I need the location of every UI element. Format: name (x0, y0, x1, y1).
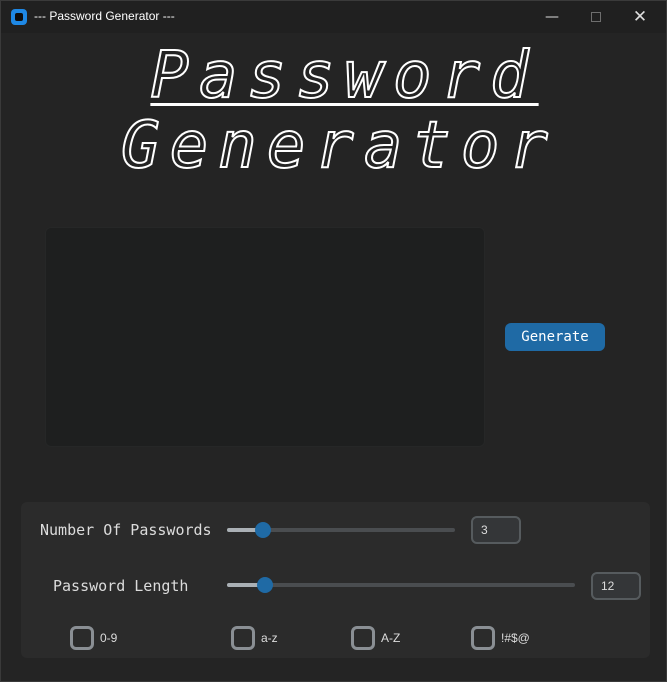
checkbox-label: !#$@ (501, 631, 530, 645)
checkbox-box[interactable] (70, 626, 94, 650)
slider-thumb[interactable] (255, 522, 272, 538)
uppercase-checkbox[interactable]: A-Z (351, 626, 400, 650)
minimize-button[interactable]: — (529, 1, 575, 33)
hero-title: Password Generator (1, 39, 667, 183)
app-icon (11, 9, 27, 25)
symbols-checkbox[interactable]: !#$@ (471, 626, 530, 650)
checkbox-label: a-z (261, 631, 278, 645)
generate-button[interactable]: Generate (505, 323, 605, 351)
hero-title-line-2: Generator (120, 109, 558, 183)
password-length-field[interactable]: 12 (591, 572, 641, 600)
minimize-icon: — (545, 9, 559, 25)
close-icon: ✕ (632, 7, 648, 27)
checkbox-label: 0-9 (100, 631, 118, 645)
checkbox-box[interactable] (351, 626, 375, 650)
password-output-textbox[interactable] (45, 227, 485, 447)
checkbox-label: A-Z (381, 631, 401, 645)
close-button[interactable]: ✕ (617, 1, 663, 33)
maximize-button[interactable] (573, 1, 619, 33)
title-bar[interactable]: --- Password Generator --- — ✕ (1, 1, 666, 33)
maximize-icon (591, 12, 601, 22)
checkbox-box[interactable] (231, 626, 255, 650)
password-length-label: Password Length (53, 577, 189, 595)
number-of-passwords-slider[interactable] (227, 522, 455, 538)
number-of-passwords-label: Number Of Passwords (40, 521, 212, 539)
window-title: --- Password Generator --- (34, 9, 175, 23)
digits-checkbox[interactable]: 0-9 (70, 626, 117, 650)
slider-track (227, 583, 575, 587)
slider-thumb[interactable] (257, 577, 274, 593)
hero-title-line-1: Password (149, 39, 539, 113)
options-panel: Number Of Passwords 3 Password Length 12… (21, 502, 650, 658)
number-of-passwords-field[interactable]: 3 (471, 516, 521, 544)
password-length-slider[interactable] (227, 577, 575, 593)
checkbox-box[interactable] (471, 626, 495, 650)
lowercase-checkbox[interactable]: a-z (231, 626, 278, 650)
app-window: --- Password Generator --- — ✕ Password … (0, 0, 667, 682)
